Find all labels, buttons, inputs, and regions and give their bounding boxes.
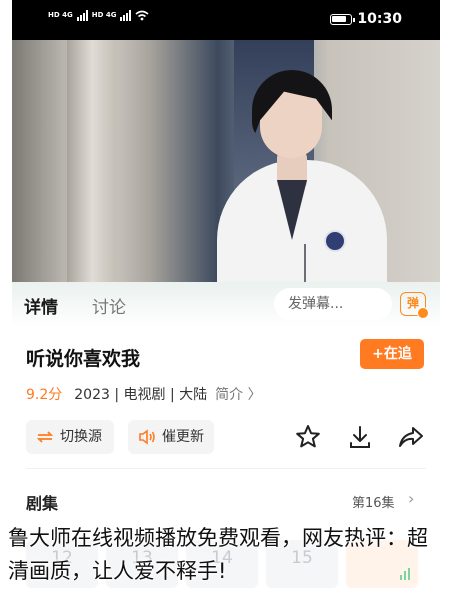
chevron-right-icon[interactable]: › bbox=[408, 489, 414, 508]
urge-update-label: 催更新 bbox=[162, 429, 204, 445]
intro-link[interactable]: 简介 〉 bbox=[215, 384, 261, 404]
tab-discussion[interactable]: 讨论 bbox=[92, 293, 126, 318]
signal-label-2: HD 4G bbox=[91, 11, 117, 19]
urge-update-button[interactable]: 催更新 bbox=[128, 420, 214, 454]
show-title: 听说你喜欢我 bbox=[26, 348, 141, 370]
wifi-icon bbox=[135, 10, 149, 21]
danmaku-toggle-icon[interactable]: 弹 bbox=[400, 292, 429, 319]
speaker-icon bbox=[139, 429, 155, 445]
signal-bars-icon bbox=[120, 10, 132, 21]
status-bar: HD 4G HD 4G 10:30 bbox=[12, 0, 440, 40]
status-right: 10:30 bbox=[330, 11, 402, 27]
video-panel: HD 4G HD 4G 10:30 bbox=[12, 0, 440, 282]
detail-tabs: 详情 讨论 发弹幕... 弹 bbox=[12, 282, 440, 328]
follow-button[interactable]: +在追 bbox=[360, 339, 424, 369]
video-hospital-badge bbox=[324, 230, 346, 252]
current-episode[interactable]: 第16集 bbox=[352, 492, 395, 511]
caption-overlay: 鲁大师在线视频播放免费观看，网友热评：超清画质，让人爱不释手! bbox=[8, 526, 428, 583]
video-frame[interactable] bbox=[12, 40, 440, 282]
danmaku-input[interactable]: 发弹幕... bbox=[274, 288, 392, 320]
download-icon[interactable] bbox=[346, 423, 374, 451]
tab-details[interactable]: 详情 bbox=[24, 293, 58, 318]
rating: 9.2分 bbox=[26, 387, 63, 403]
episodes-title: 剧集 bbox=[26, 494, 59, 513]
signal-bars-icon bbox=[76, 10, 88, 21]
signal-indicators: HD 4G HD 4G bbox=[48, 10, 149, 21]
star-icon[interactable] bbox=[294, 423, 322, 451]
switch-icon bbox=[36, 431, 54, 443]
switch-source-label: 切换源 bbox=[60, 429, 102, 445]
battery-icon bbox=[330, 13, 356, 25]
show-meta: 9.2分 2023 | 电视剧 | 大陆 简介 〉 bbox=[26, 384, 262, 404]
meta-info: 2023 | 电视剧 | 大陆 bbox=[74, 387, 208, 403]
signal-label-1: HD 4G bbox=[48, 11, 73, 19]
section-divider bbox=[26, 468, 426, 469]
video-stethoscope bbox=[304, 244, 314, 282]
clock: 10:30 bbox=[357, 11, 402, 27]
video-door bbox=[67, 40, 117, 282]
switch-source-button[interactable]: 切换源 bbox=[26, 420, 114, 454]
share-icon[interactable] bbox=[397, 423, 425, 451]
